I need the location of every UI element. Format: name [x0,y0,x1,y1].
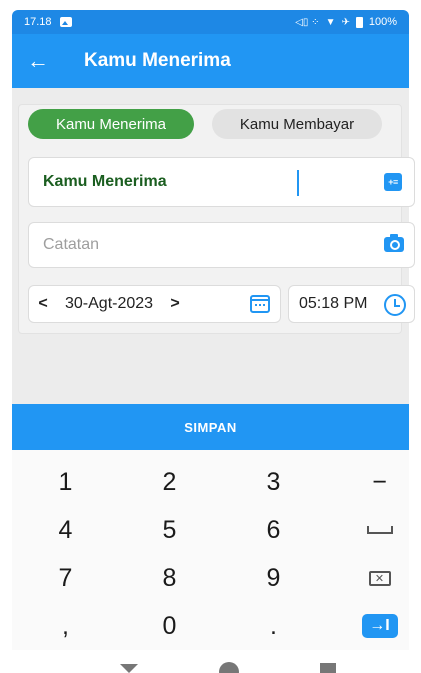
nav-recents-icon[interactable] [320,663,336,673]
previous-date-button[interactable]: < [29,295,57,313]
calculator-icon[interactable]: +≡ [384,173,402,191]
key-1[interactable]: 1 [16,458,115,506]
note-placeholder: Catatan [43,236,100,253]
numeric-keypad: 1 2 3 − 4 5 6 7 8 9 ✕ , 0 . →I [12,450,409,650]
back-arrow-icon[interactable]: ← [12,50,64,72]
status-indicators: ◁▯ ⁘ ▼ ✈ 100% [295,16,397,28]
image-notification-icon [59,17,72,27]
pay-type-button[interactable]: Kamu Membayar [212,109,382,139]
key-3[interactable]: 3 [224,458,323,506]
date-value: 30-Agt-2023 [65,295,154,312]
backspace-icon: ✕ [368,570,391,586]
key-4[interactable]: 4 [16,506,115,554]
time-field[interactable]: 05:18 PM [288,285,415,323]
key-backspace[interactable]: ✕ [330,554,421,602]
key-enter[interactable]: →I [330,602,421,650]
app-bar: ← Kamu Menerima [12,34,409,88]
time-value: 05:18 PM [299,295,368,312]
receive-type-button[interactable]: Kamu Menerima [28,109,194,139]
date-field[interactable]: < 30-Agt-2023 > [28,285,281,323]
key-space[interactable] [330,506,421,554]
note-field[interactable]: Catatan [28,222,415,268]
amount-label: Kamu Menerima [43,173,167,190]
camera-icon[interactable] [384,234,404,252]
enter-icon: →I [361,614,398,638]
nav-home-icon[interactable] [219,662,239,673]
text-cursor [297,170,299,196]
key-7[interactable]: 7 [16,554,115,602]
space-icon [366,526,393,534]
key-9[interactable]: 9 [224,554,323,602]
key-2[interactable]: 2 [120,458,219,506]
page-title: Kamu Menerima [84,50,231,71]
wifi-icon: ▼ [325,16,336,28]
key-comma[interactable]: , [16,602,115,650]
system-nav-bar [12,650,409,673]
battery-percent: 100% [368,16,397,28]
key-8[interactable]: 8 [120,554,219,602]
calendar-icon[interactable] [250,295,270,313]
key-minus[interactable]: − [330,458,421,506]
save-button[interactable]: SIMPAN [12,404,409,450]
amount-field[interactable]: Kamu Menerima +≡ [28,157,415,207]
key-5[interactable]: 5 [120,506,219,554]
status-time: 17.18 [24,16,52,28]
key-0[interactable]: 0 [120,602,219,650]
airplane-icon: ✈ [341,16,350,28]
key-period[interactable]: . [224,602,323,650]
signal-icon: ◁▯ ⁘ [295,16,320,28]
nav-back-icon[interactable] [120,664,138,673]
key-6[interactable]: 6 [224,506,323,554]
status-bar: 17.18 ◁▯ ⁘ ▼ ✈ 100% [12,10,409,34]
clock-icon[interactable] [384,294,406,316]
next-date-button[interactable]: > [161,295,189,313]
battery-icon [355,16,363,28]
